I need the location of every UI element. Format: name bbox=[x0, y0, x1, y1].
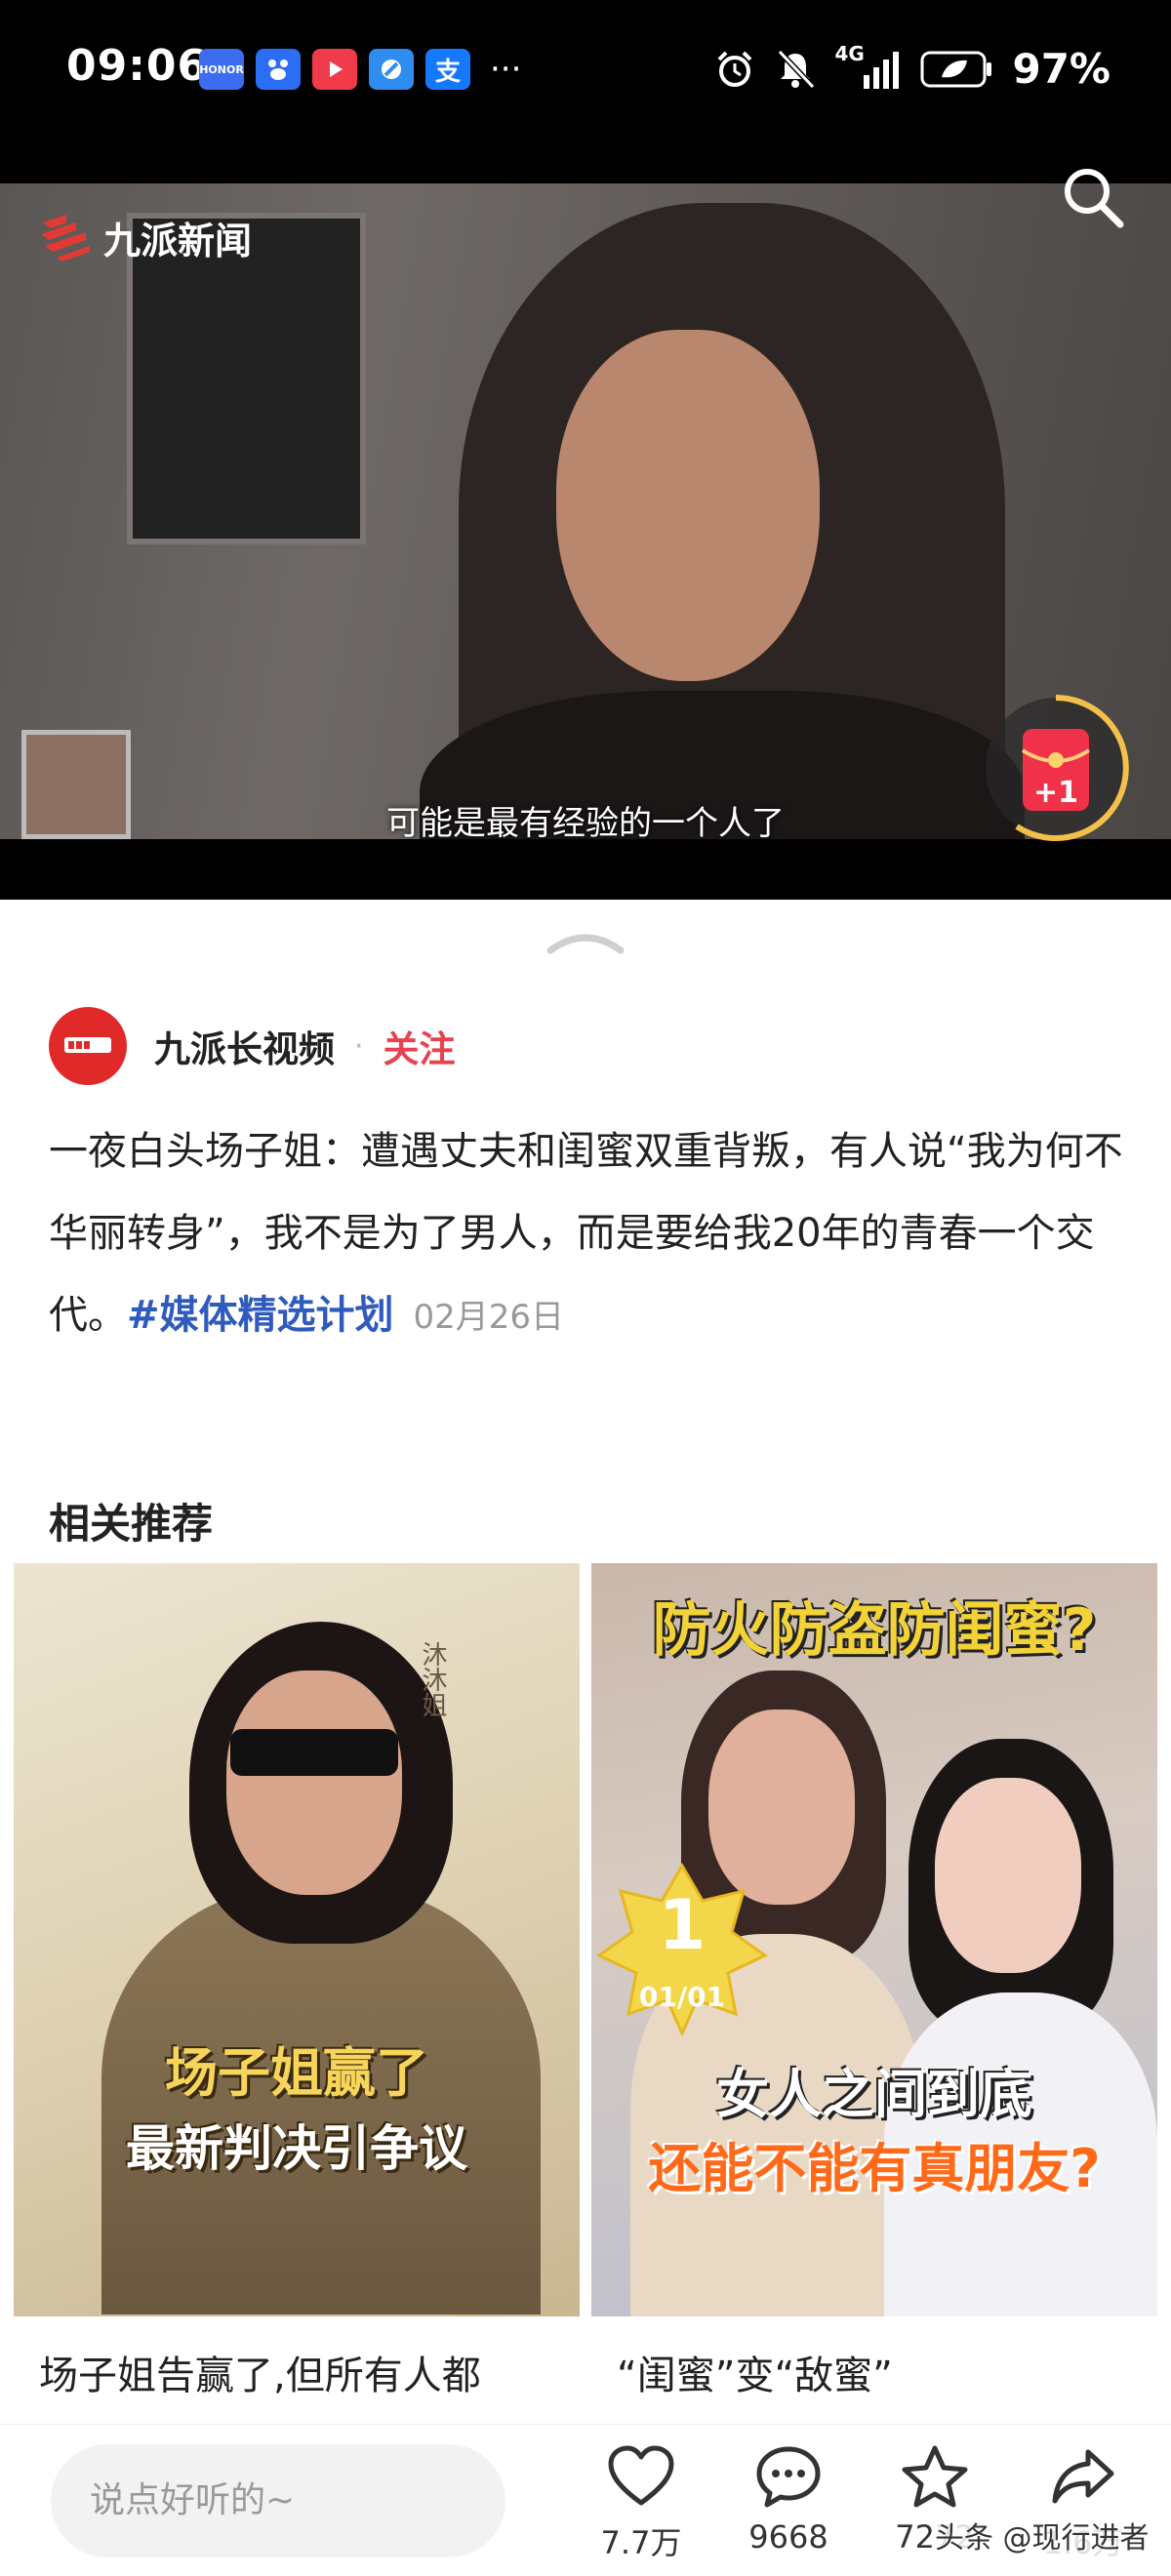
thumbnail-caption-line2: 还能不能有真朋友? bbox=[648, 2138, 1101, 2199]
card-title[interactable]: 场子姐告赢了,但所有人都 bbox=[39, 2344, 481, 2400]
thumbnail-caption-line1: 场子姐赢了 bbox=[165, 2042, 428, 2104]
related-cards: 沐沐姐 场子姐赢了 最新判决引争议 场子姐告赢了,但所有人都 防火防盗防闺蜜? … bbox=[14, 1563, 1157, 2441]
comment-input[interactable]: 说点好听的~ bbox=[51, 2444, 505, 2557]
channel-logo-icon bbox=[64, 1037, 111, 1053]
battery-icon bbox=[920, 51, 992, 87]
author-name[interactable]: 九派长视频 bbox=[154, 1020, 335, 1072]
related-section-title: 相关推荐 bbox=[49, 1500, 214, 1548]
notification-icons: HONOR 支 ··· bbox=[199, 49, 521, 90]
thumbnail-figure-face bbox=[226, 1670, 402, 1895]
status-bar: 09:06 HONOR 支 ··· 4G 97% bbox=[0, 0, 1171, 119]
video-player[interactable]: 可能是最有经验的一个人了 九派新闻 +1 bbox=[0, 119, 1171, 900]
heart-icon bbox=[608, 2445, 674, 2506]
search-icon[interactable] bbox=[1054, 158, 1132, 236]
thumbnail-caption-line1: 女人之间到底 bbox=[716, 2064, 1032, 2125]
battery-percent: 97% bbox=[1012, 45, 1110, 93]
hashtag-link[interactable]: #媒体精选计划 bbox=[127, 1293, 394, 1338]
red-packet-icon bbox=[986, 695, 1129, 841]
logo-text: 九派新闻 bbox=[103, 219, 253, 262]
video-app-icon bbox=[312, 49, 357, 90]
status-time: 09:06 bbox=[66, 41, 209, 91]
toutiao-watermark: 头条 @现行进者 bbox=[935, 2514, 1150, 2556]
comment-bubble-icon bbox=[756, 2446, 821, 2508]
sunglasses bbox=[230, 1729, 398, 1776]
more-notifications-icon: ··· bbox=[490, 50, 522, 89]
content-sheet: 九派长视频 · 关注 一夜白头场子姐：遭遇丈夫和闺蜜双重背叛，有人说“我为何不华… bbox=[0, 906, 1171, 2576]
card-thumbnail[interactable]: 防火防盗防闺蜜? 1 01/01 女人之间到底 还能不能有真朋友? bbox=[591, 1563, 1157, 2316]
jiupai-news-logo: 九派新闻 bbox=[37, 209, 252, 265]
alipay-app-icon: 支 bbox=[425, 49, 470, 90]
separator-dot: · bbox=[354, 1028, 364, 1064]
browser-app-icon bbox=[369, 49, 414, 90]
share-arrow-icon bbox=[1052, 2449, 1114, 2504]
star-icon bbox=[902, 2445, 968, 2508]
thumbnail-figure-face bbox=[935, 1778, 1081, 1973]
thumbnail-name-text: 沐沐姐 bbox=[418, 1641, 447, 1717]
post-description: 一夜白头场子姐：遭遇丈夫和闺蜜双重背叛，有人说“我为何不华丽转身”，我不是为了男… bbox=[49, 1110, 1132, 1358]
red-packet-reward[interactable]: +1 bbox=[978, 690, 1134, 846]
signal-icon: 4G bbox=[834, 42, 903, 91]
mute-icon bbox=[778, 49, 816, 89]
related-card[interactable]: 防火防盗防闺蜜? 1 01/01 女人之间到底 还能不能有真朋友? “闺蜜”变“… bbox=[591, 1563, 1157, 2441]
honor-app-icon: HONOR bbox=[199, 49, 244, 90]
jiupai-logo-icon bbox=[41, 215, 90, 262]
related-card[interactable]: 沐沐姐 场子姐赢了 最新判决引争议 场子姐告赢了,但所有人都 bbox=[14, 1563, 580, 2441]
card-thumbnail[interactable]: 沐沐姐 场子姐赢了 最新判决引争议 bbox=[14, 1563, 580, 2316]
baidu-app-icon bbox=[256, 49, 301, 90]
like-count: 7.7万 bbox=[600, 2524, 682, 2561]
post-date: 02月26日 bbox=[413, 1298, 565, 1337]
alarm-icon bbox=[718, 51, 752, 87]
sheet-collapse-handle-icon[interactable] bbox=[545, 929, 626, 956]
status-right: 4G 97% bbox=[713, 42, 1110, 93]
badge-date: 01/01 bbox=[638, 1981, 726, 2013]
comment-button[interactable]: 9668 bbox=[730, 2444, 847, 2556]
author-row: 九派长视频 · 关注 bbox=[49, 1007, 456, 1085]
comment-count: 9668 bbox=[748, 2518, 828, 2556]
like-button[interactable]: 7.7万 bbox=[583, 2444, 700, 2563]
author-avatar[interactable] bbox=[49, 1007, 127, 1085]
interviewee-face bbox=[556, 330, 820, 681]
card-title[interactable]: “闺蜜”变“敌蜜” bbox=[617, 2344, 893, 2400]
thumbnail-caption-line2: 最新判决引争议 bbox=[126, 2120, 467, 2177]
badge-number: 1 bbox=[658, 1885, 707, 1965]
thumbnail-top-text: 防火防盗防闺蜜? bbox=[652, 1596, 1097, 1665]
red-packet-label: +1 bbox=[1032, 776, 1078, 810]
follow-button[interactable]: 关注 bbox=[384, 1020, 456, 1072]
